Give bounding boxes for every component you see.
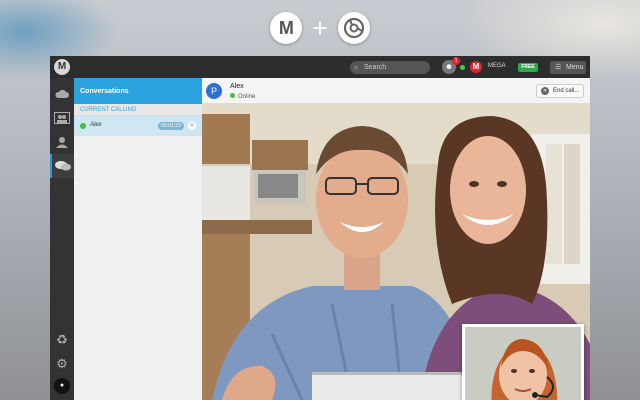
- self-video-frame: [465, 327, 581, 400]
- end-call-button[interactable]: ✕ End call...: [536, 84, 584, 98]
- contact-avatar: P: [206, 83, 222, 99]
- online-status-dot: [230, 93, 235, 98]
- chat-icon[interactable]: [50, 154, 74, 178]
- current-calling-label: CURRENT CALLING: [74, 104, 202, 116]
- plus-sign: +: [312, 13, 328, 43]
- mega-logo-icon: M: [270, 12, 303, 44]
- top-bar: M ⌕ Search ☻ 1 M MEGA FREE ☰ Menu: [50, 56, 590, 78]
- settings-icon[interactable]: ⚙: [50, 352, 74, 376]
- mega-app-window: M ⌕ Search ☻ 1 M MEGA FREE ☰ Menu ♻ ⚙ ●: [50, 56, 590, 400]
- call-timer: 00:01:23: [158, 122, 184, 130]
- app-logo-icon[interactable]: M: [54, 59, 70, 75]
- account-name[interactable]: MEGA: [488, 63, 506, 69]
- conversations-header: Conversations: [74, 78, 202, 104]
- contact-status-text: Online: [238, 94, 256, 100]
- online-status-dot: [80, 123, 86, 129]
- header-logos: M +: [0, 10, 640, 46]
- online-status-dot: [460, 65, 465, 70]
- chrome-logo-icon: [337, 12, 370, 44]
- hamburger-icon: ☰: [555, 64, 562, 71]
- remote-video: [202, 104, 590, 400]
- mega-logo-glyph: M: [278, 17, 294, 38]
- notification-count-badge: 1: [452, 57, 460, 65]
- user-icon[interactable]: [50, 130, 74, 154]
- menu-label: Menu: [566, 64, 584, 71]
- cloud-icon[interactable]: [50, 82, 74, 106]
- contact-name: Alex: [230, 83, 244, 90]
- call-header: P Alex Online ✕ End call...: [202, 78, 590, 104]
- contacts-icon[interactable]: [50, 106, 74, 130]
- icon-rail: ♻ ⚙ ●: [50, 78, 74, 400]
- conversations-panel: Conversations CURRENT CALLING Alex 00:01…: [74, 78, 202, 400]
- search-placeholder: Search: [364, 64, 387, 71]
- call-area: P Alex Online ✕ End call...: [202, 78, 590, 400]
- end-call-label: End call...: [553, 88, 580, 94]
- menu-button[interactable]: ☰ Menu: [550, 61, 586, 74]
- search-input[interactable]: ⌕ Search: [350, 61, 430, 74]
- account-logo-icon[interactable]: M: [470, 61, 482, 73]
- close-icon: ✕: [541, 87, 549, 95]
- status-menu-icon[interactable]: ●: [54, 378, 70, 394]
- conversation-row[interactable]: Alex 00:01:23 ✕: [74, 116, 202, 136]
- contact-status: Online: [230, 93, 255, 100]
- search-icon: ⌕: [354, 63, 359, 72]
- plan-badge: FREE: [518, 63, 538, 72]
- close-icon[interactable]: ✕: [188, 122, 196, 130]
- conversation-name: Alex: [90, 122, 102, 128]
- recycle-icon[interactable]: ♻: [50, 328, 74, 352]
- self-video-preview[interactable]: [462, 324, 584, 400]
